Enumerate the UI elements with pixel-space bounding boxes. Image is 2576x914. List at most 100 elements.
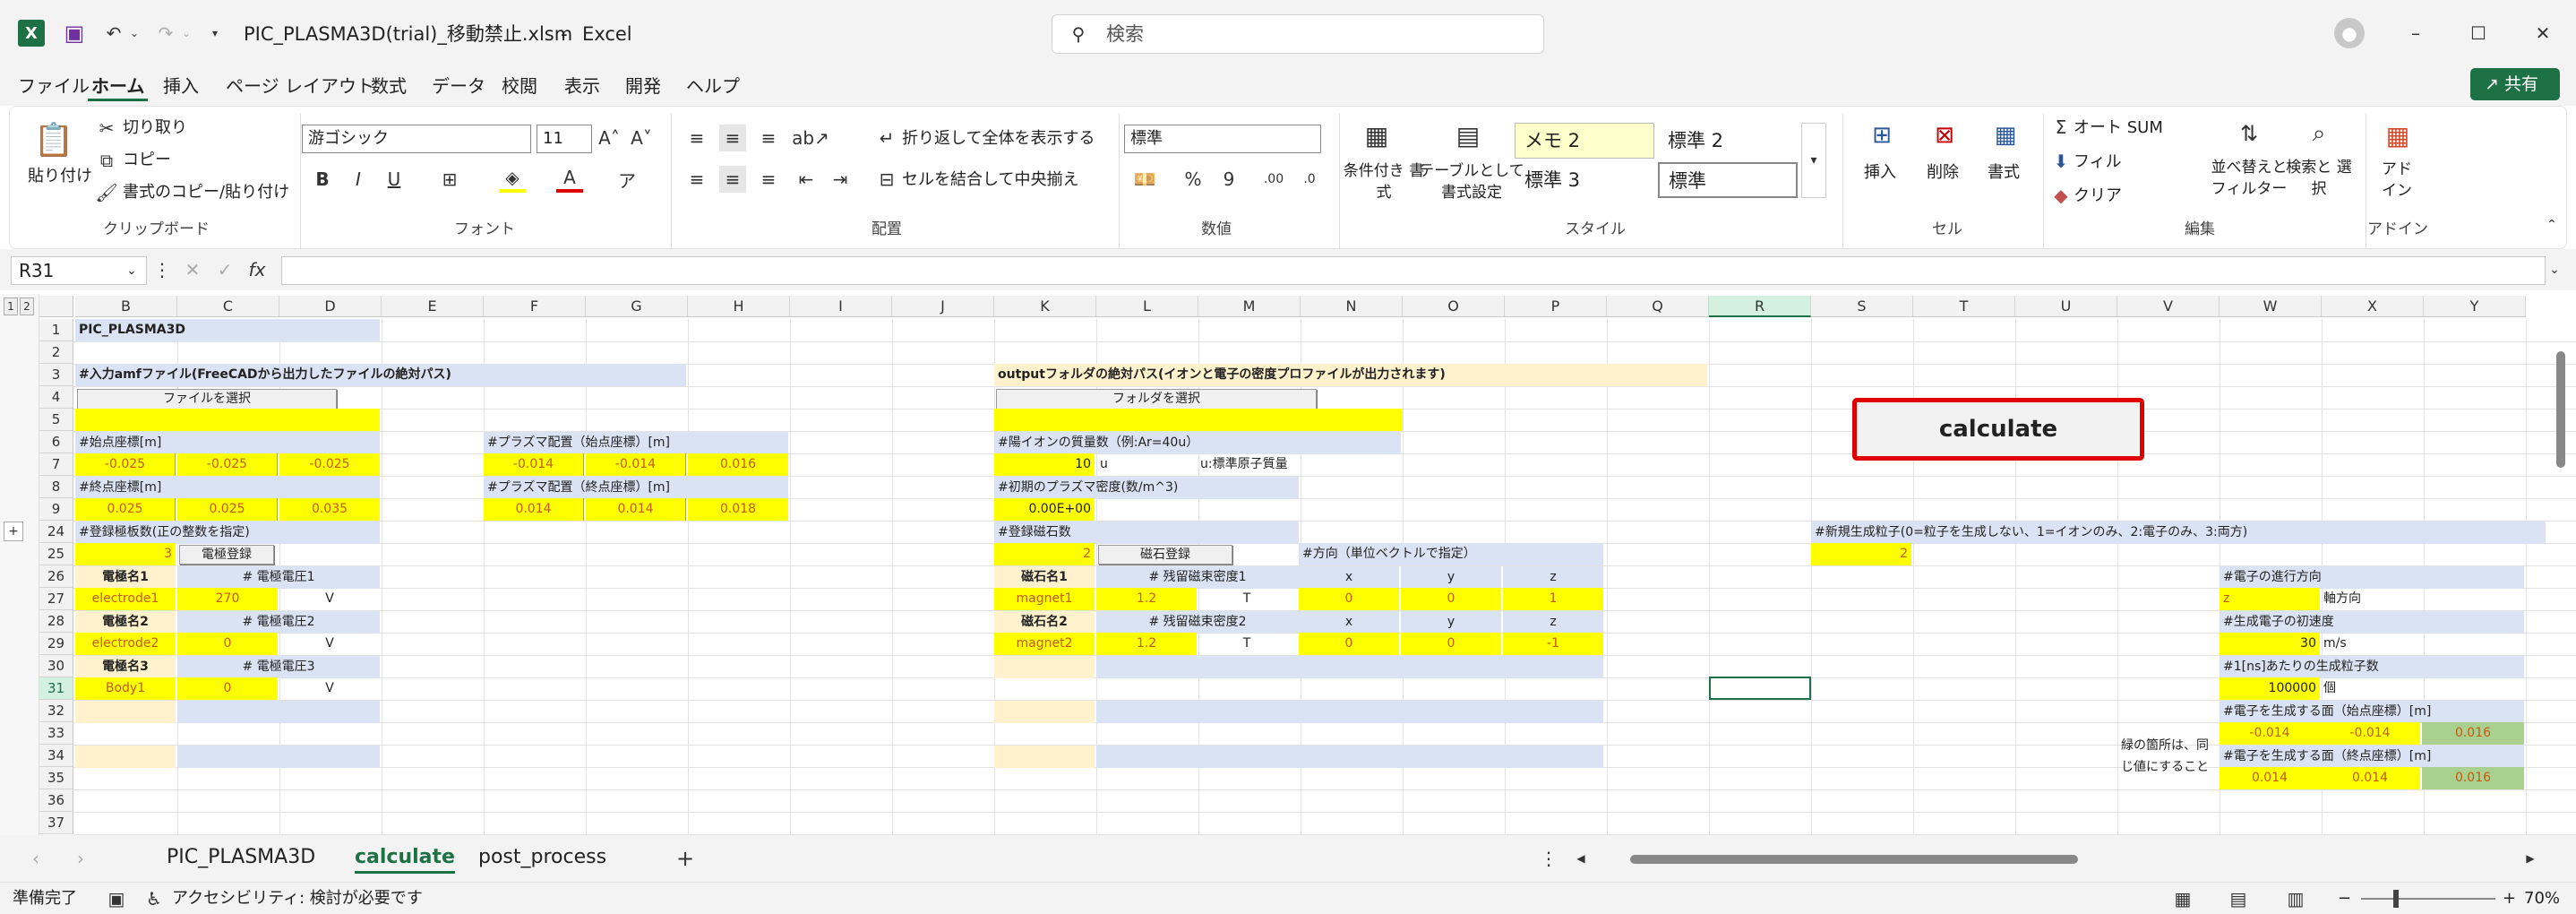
undo-icon[interactable]: ↶: [100, 20, 127, 47]
copy-icon[interactable]: ⧉: [96, 150, 117, 171]
column-header-l[interactable]: L: [1096, 296, 1198, 317]
column-header-h[interactable]: H: [688, 296, 790, 317]
more-icon[interactable]: ⋮: [153, 256, 171, 283]
cell-n26[interactable]: x: [1299, 566, 1399, 589]
table-format-icon[interactable]: ▤: [1448, 117, 1488, 153]
cell-l27[interactable]: 1.2: [1096, 588, 1197, 610]
register-magnet-button[interactable]: 磁石登録: [1098, 545, 1232, 565]
wrap-text-button[interactable]: 折り返して全体を表示する: [902, 128, 1095, 150]
cell-k24[interactable]: #登録磁石数: [994, 522, 1299, 544]
bold-icon[interactable]: B: [309, 166, 336, 193]
percent-icon[interactable]: %: [1180, 166, 1206, 193]
cell-b5-path[interactable]: [75, 409, 380, 431]
cell-l32[interactable]: [1096, 701, 1603, 723]
table-format-button[interactable]: テーブルとして 書式設定: [1418, 160, 1525, 203]
undo-dropdown-icon[interactable]: ⌄: [127, 22, 142, 45]
autosum-icon[interactable]: Σ: [2050, 116, 2072, 139]
style-memo2[interactable]: メモ 2: [1515, 123, 1654, 159]
maximize-icon[interactable]: ☐: [2463, 18, 2494, 48]
styles-more-icon[interactable]: ▾: [1801, 123, 1826, 198]
cell-l34[interactable]: [1096, 746, 1603, 768]
cell-o28[interactable]: y: [1401, 611, 1501, 634]
minimize-icon[interactable]: –: [2400, 18, 2431, 48]
register-electrode-button[interactable]: 電極登録: [179, 545, 274, 565]
cell-m27[interactable]: T: [1197, 588, 1297, 610]
cell-w34[interactable]: #電子を生成する面（終点座標）[m]: [2220, 746, 2524, 768]
cell-p28[interactable]: z: [1503, 611, 1603, 634]
cell-w29[interactable]: 30: [2220, 633, 2320, 655]
addin-icon[interactable]: ▦: [2378, 116, 2417, 155]
share-button[interactable]: ↗ 共有: [2470, 68, 2560, 100]
decrease-decimal-icon[interactable]: .0: [1294, 166, 1325, 193]
cell-b1[interactable]: PIC_PLASMA3D: [75, 319, 380, 341]
orientation-icon[interactable]: ab↗: [792, 125, 829, 151]
cell-f9[interactable]: 0.014: [484, 498, 584, 521]
cell-d9[interactable]: 0.035: [279, 498, 380, 521]
cell-n25[interactable]: #方向（単位ベクトルで指定）: [1299, 543, 1603, 565]
column-header-y[interactable]: Y: [2424, 296, 2526, 317]
normal-view-icon[interactable]: ▦: [2169, 886, 2196, 911]
paste-button[interactable]: 貼り付け: [28, 166, 92, 187]
align-middle-icon[interactable]: ≡: [719, 125, 746, 151]
page-break-view-icon[interactable]: ▥: [2282, 886, 2309, 911]
phonetic-icon[interactable]: ア: [614, 166, 640, 193]
column-header-i[interactable]: I: [790, 296, 892, 317]
increase-font-icon[interactable]: A˄: [596, 125, 623, 151]
cell-k34[interactable]: [994, 746, 1095, 768]
cell-l26[interactable]: # 残留磁束密度1: [1096, 566, 1299, 589]
cell-h7[interactable]: 0.016: [688, 453, 788, 476]
outline-level-2[interactable]: 2: [20, 297, 34, 315]
sheet-tab-calculate[interactable]: calculate: [355, 844, 455, 874]
column-header-k[interactable]: K: [994, 296, 1096, 317]
merge-center-button[interactable]: セルを結合して中央揃え: [902, 169, 1078, 191]
cell-y35[interactable]: 0.016: [2422, 767, 2524, 789]
horizontal-scrollbar[interactable]: ◀ ▶: [1573, 851, 2540, 867]
merge-center-icon[interactable]: ⊟: [873, 166, 900, 193]
column-header-r[interactable]: R: [1709, 296, 1811, 317]
cell-y33[interactable]: 0.016: [2422, 722, 2524, 745]
align-right-icon[interactable]: ≡: [755, 166, 782, 193]
insert-cells-icon[interactable]: ⊞: [1862, 117, 1902, 153]
row-header-36[interactable]: 36: [39, 789, 73, 812]
column-header-t[interactable]: T: [1913, 296, 2015, 317]
cell-n27[interactable]: 0: [1299, 588, 1399, 610]
cell-l7[interactable]: u: [1096, 453, 1197, 476]
zoom-slider[interactable]: [2361, 890, 2495, 908]
align-bottom-icon[interactable]: ≡: [755, 125, 782, 151]
column-header-b[interactable]: B: [75, 296, 177, 317]
expand-formula-icon[interactable]: ⌄: [2544, 256, 2565, 283]
column-header-p[interactable]: P: [1505, 296, 1607, 317]
cell-k27[interactable]: magnet1: [994, 588, 1095, 610]
next-sheet-icon[interactable]: ›: [70, 846, 91, 871]
cell-l30[interactable]: [1096, 656, 1603, 678]
cell-k3[interactable]: outputフォルダの絶対パス(イオンと電子の密度プロファイルが出力されます): [994, 364, 1707, 386]
tab-options-icon[interactable]: ⋮: [1540, 846, 1558, 871]
cell-g7[interactable]: -0.014: [586, 453, 686, 476]
cell-b6[interactable]: #始点座標[m]: [75, 432, 380, 454]
cut-icon[interactable]: ✂: [96, 117, 117, 139]
column-header-n[interactable]: N: [1301, 296, 1403, 317]
cell-d27[interactable]: V: [279, 588, 380, 610]
sheet-tab-post-process[interactable]: post_process: [478, 844, 606, 871]
save-icon[interactable]: ▣: [61, 20, 88, 47]
column-header-d[interactable]: D: [279, 296, 382, 317]
cell-o29[interactable]: 0: [1401, 633, 1501, 655]
cell-x29[interactable]: m/s: [2320, 633, 2420, 655]
cell-n29[interactable]: 0: [1299, 633, 1399, 655]
cell-k9[interactable]: 0.00E+00: [994, 498, 1095, 521]
font-size-select[interactable]: 11: [537, 125, 592, 153]
cell-b25[interactable]: 3: [75, 543, 176, 565]
row-header-32[interactable]: 32: [39, 700, 73, 722]
fill-icon[interactable]: ⬇: [2050, 150, 2072, 173]
cell-b7[interactable]: -0.025: [75, 453, 176, 476]
cell-k6[interactable]: #陽イオンの質量数（例:Ar=40u）: [994, 432, 1401, 454]
select-folder-button[interactable]: フォルダを選択: [996, 389, 1317, 410]
increase-indent-icon[interactable]: ⇥: [827, 166, 854, 193]
add-sheet-icon[interactable]: +: [674, 846, 697, 871]
cell-k26[interactable]: 磁石名1: [994, 566, 1095, 589]
cell-w30[interactable]: #1[ns]あたりの生成粒子数: [2220, 656, 2524, 678]
cell-c28[interactable]: # 電極電圧2: [177, 611, 380, 634]
redo-icon[interactable]: ↷: [152, 20, 179, 47]
account-avatar-icon[interactable]: ●: [2334, 18, 2365, 48]
autosum-button[interactable]: オート SUM: [2074, 117, 2163, 139]
